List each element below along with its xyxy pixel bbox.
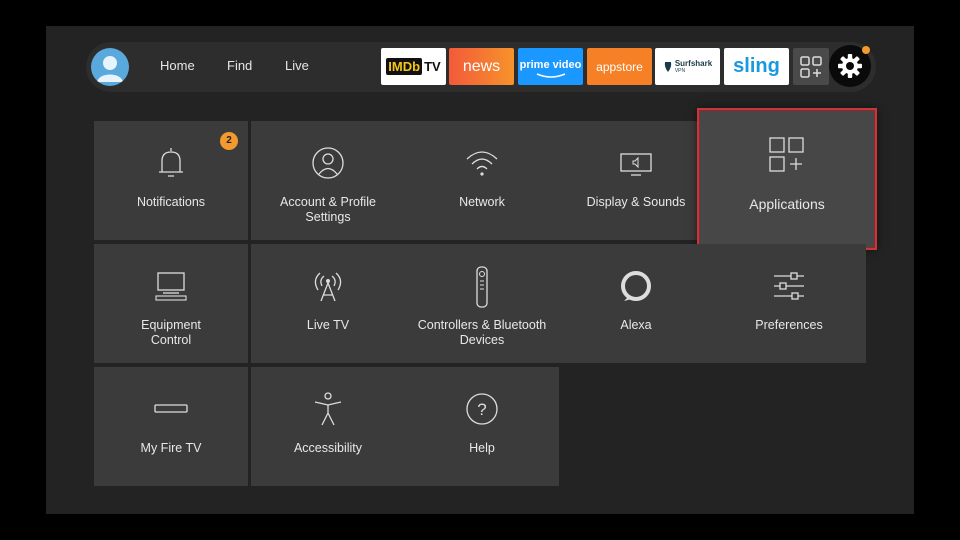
sling-logo-text: sling bbox=[733, 55, 780, 77]
notification-count-badge: 2 bbox=[220, 132, 238, 150]
surfshark-vpn-text: VPN bbox=[674, 68, 686, 74]
tv-logo-text: TV bbox=[424, 59, 441, 74]
tile-my-fire-tv[interactable]: My Fire TV bbox=[94, 367, 248, 486]
imdb-logo-text: IMDb bbox=[386, 58, 423, 75]
user-icon bbox=[97, 56, 123, 82]
tile-alexa[interactable]: Alexa bbox=[559, 244, 713, 363]
app-prime-video[interactable]: prime video bbox=[518, 48, 583, 85]
nav-home[interactable]: Home bbox=[160, 58, 195, 73]
tile-label: Account & Profile Settings bbox=[280, 195, 376, 224]
tv-equipment-icon bbox=[155, 272, 187, 301]
nav-find[interactable]: Find bbox=[227, 58, 252, 73]
tile-label: Accessibility bbox=[293, 441, 363, 455]
help-question-icon: ? bbox=[466, 393, 498, 425]
remote-icon bbox=[476, 266, 488, 308]
tile-label: Equipment Control bbox=[141, 318, 201, 347]
sliders-icon bbox=[774, 272, 804, 300]
broadcast-antenna-icon bbox=[314, 272, 342, 302]
app-sling[interactable]: sling bbox=[724, 48, 789, 85]
account-icon bbox=[312, 147, 344, 179]
app-surfshark[interactable]: Surfshark VPN bbox=[655, 48, 720, 85]
alexa-icon bbox=[621, 271, 651, 301]
tile-label: Preferences bbox=[755, 318, 823, 332]
tile-label: Help bbox=[469, 441, 495, 455]
svg-text:?: ? bbox=[477, 400, 486, 419]
bell-icon bbox=[159, 148, 183, 177]
tile-equipment-control[interactable]: Equipment Control bbox=[94, 244, 248, 363]
tile-label: Live TV bbox=[306, 318, 350, 332]
news-logo-text: news bbox=[462, 57, 501, 75]
tile-label: Applications bbox=[749, 196, 825, 212]
tile-applications[interactable]: Applications bbox=[697, 108, 877, 250]
tile-label: My Fire TV bbox=[140, 441, 202, 455]
tile-account-profile-settings[interactable]: Account & Profile Settings bbox=[251, 121, 405, 240]
smile-arrow-icon bbox=[536, 73, 566, 78]
tile-label: Display & Sounds bbox=[586, 195, 686, 209]
tile-label: Controllers & Bluetooth Devices bbox=[417, 318, 547, 347]
app-appstore[interactable]: appstore bbox=[587, 48, 652, 85]
tile-label: Alexa bbox=[620, 318, 652, 332]
settings-alert-dot bbox=[862, 46, 870, 54]
wifi-icon bbox=[466, 151, 498, 176]
tile-label: Network bbox=[459, 195, 505, 209]
tile-network[interactable]: Network bbox=[405, 121, 559, 240]
accessibility-icon bbox=[314, 392, 342, 426]
app-news[interactable]: news bbox=[449, 48, 514, 85]
prime-video-logo-text: prime video bbox=[519, 58, 582, 71]
tile-controllers-bluetooth[interactable]: Controllers & Bluetooth Devices bbox=[405, 244, 559, 363]
fire-tv-device-icon bbox=[154, 404, 188, 413]
app-imdbtv[interactable]: IMDb TV bbox=[381, 48, 446, 85]
surfshark-icon bbox=[664, 61, 672, 72]
apps-grid-plus-icon bbox=[800, 56, 822, 78]
nav-live[interactable]: Live bbox=[285, 58, 309, 73]
surfshark-logo-text: Surfshark bbox=[674, 59, 713, 68]
appstore-logo-text: appstore bbox=[596, 59, 643, 74]
display-sound-icon bbox=[620, 153, 652, 176]
tile-display-sounds[interactable]: Display & Sounds bbox=[559, 121, 713, 240]
tile-accessibility[interactable]: Accessibility bbox=[251, 367, 405, 486]
profile-avatar[interactable] bbox=[91, 48, 129, 86]
tile-preferences[interactable]: Preferences bbox=[712, 244, 866, 363]
tile-label: Notifications bbox=[136, 195, 206, 209]
apps-grid-icon bbox=[769, 137, 804, 172]
tile-help[interactable]: ? Help bbox=[405, 367, 559, 486]
tile-live-tv[interactable]: Live TV bbox=[251, 244, 405, 363]
add-apps-button[interactable] bbox=[793, 48, 829, 85]
